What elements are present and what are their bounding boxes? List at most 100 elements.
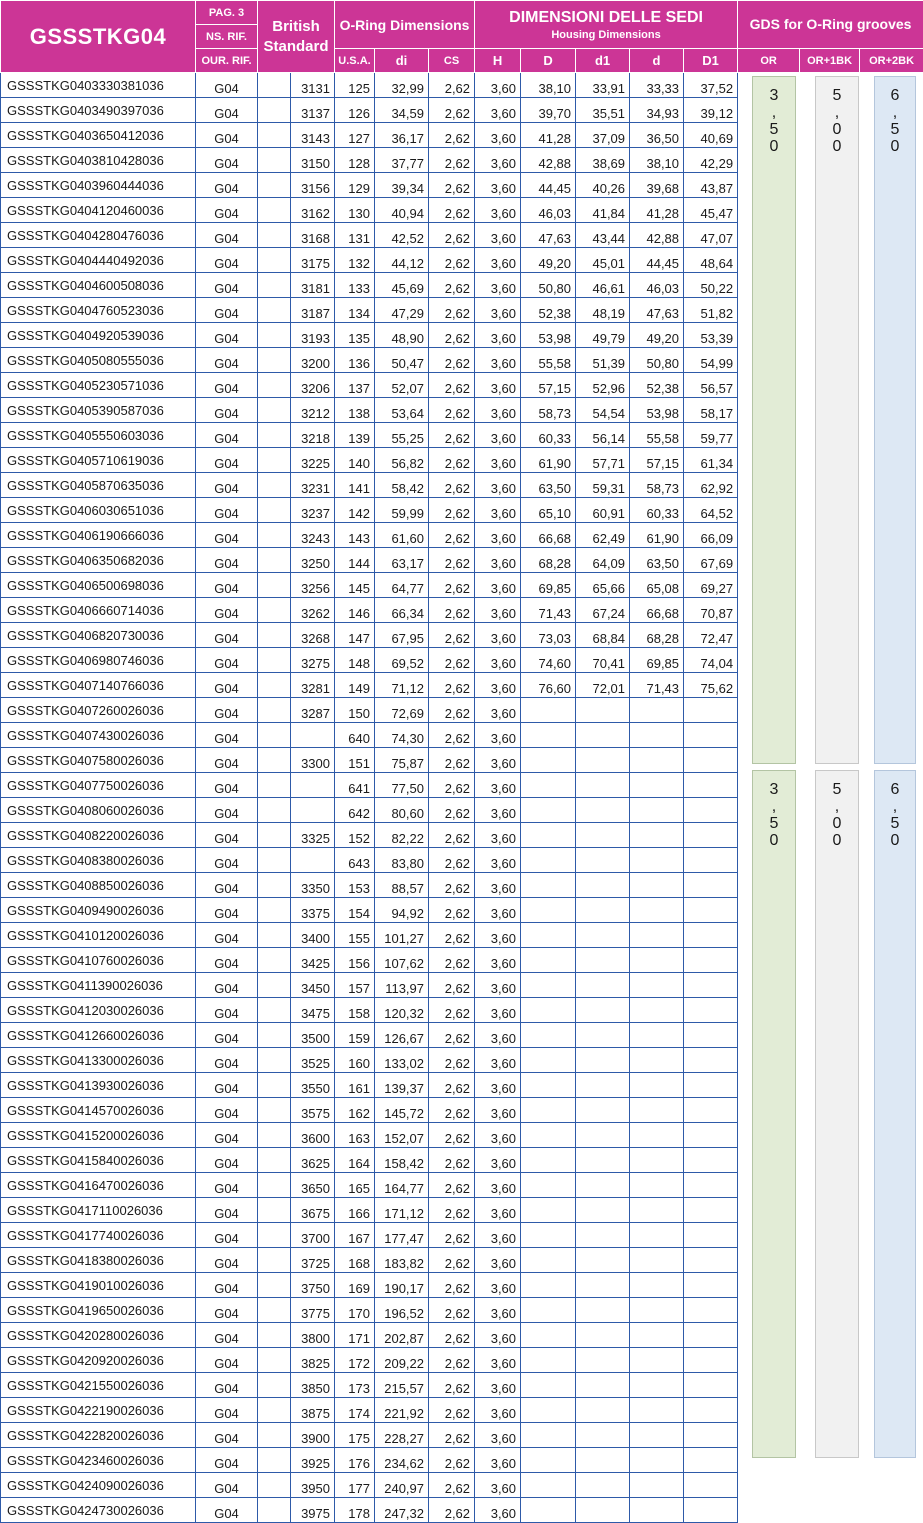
d1-upper-value bbox=[684, 1073, 738, 1098]
h-value: 3,60 bbox=[475, 898, 521, 923]
h-value: 3,60 bbox=[475, 448, 521, 473]
d-lower-value bbox=[630, 1248, 684, 1273]
d-upper-value bbox=[521, 1023, 576, 1048]
h-value: 3,60 bbox=[475, 398, 521, 423]
di-value: 209,22 bbox=[375, 1348, 429, 1373]
di-value: 64,77 bbox=[375, 573, 429, 598]
our-ref: G04 bbox=[196, 748, 258, 773]
british-standard: 3400 bbox=[291, 923, 335, 948]
di-value: 50,47 bbox=[375, 348, 429, 373]
usa-size: 175 bbox=[335, 1423, 375, 1448]
spacer-cell bbox=[258, 1423, 291, 1448]
d1-upper-value bbox=[684, 1273, 738, 1298]
our-ref: G04 bbox=[196, 98, 258, 123]
british-standard bbox=[291, 723, 335, 748]
d-upper-value: 73,03 bbox=[521, 623, 576, 648]
part-code: GSSSTKG0405230571036 bbox=[1, 373, 196, 398]
gds-cell-or1bk bbox=[800, 1473, 860, 1498]
di-value: 39,34 bbox=[375, 173, 429, 198]
d-lower-value: 55,58 bbox=[630, 423, 684, 448]
di-value: 48,90 bbox=[375, 323, 429, 348]
spacer-cell bbox=[258, 198, 291, 223]
our-ref: G04 bbox=[196, 123, 258, 148]
usa-size: 170 bbox=[335, 1298, 375, 1323]
h-value: 3,60 bbox=[475, 1198, 521, 1223]
d1-value: 59,31 bbox=[576, 473, 630, 498]
d-upper-value bbox=[521, 1398, 576, 1423]
h-value: 3,60 bbox=[475, 373, 521, 398]
d-upper-value bbox=[521, 948, 576, 973]
cs-value: 2,62 bbox=[429, 1023, 475, 1048]
british-standard: 3475 bbox=[291, 998, 335, 1023]
di-value: 247,32 bbox=[375, 1498, 429, 1523]
cs-value: 2,62 bbox=[429, 1123, 475, 1148]
part-code: GSSSTKG0406660714036 bbox=[1, 598, 196, 623]
spacer-cell bbox=[258, 823, 291, 848]
d-lower-value: 52,38 bbox=[630, 373, 684, 398]
col-d-upper: D bbox=[521, 49, 576, 73]
d1-value bbox=[576, 823, 630, 848]
our-ref: G04 bbox=[196, 1123, 258, 1148]
part-code: GSSSTKG0419650026036 bbox=[1, 1298, 196, 1323]
part-code: GSSSTKG0419010026036 bbox=[1, 1273, 196, 1298]
h-value: 3,60 bbox=[475, 948, 521, 973]
cs-value: 2,62 bbox=[429, 1423, 475, 1448]
part-code: GSSSTKG0412660026036 bbox=[1, 1023, 196, 1048]
usa-size: 125 bbox=[335, 73, 375, 98]
h-value: 3,60 bbox=[475, 148, 521, 173]
h-value: 3,60 bbox=[475, 1298, 521, 1323]
spacer-cell bbox=[258, 923, 291, 948]
gds-char: 6 bbox=[875, 781, 915, 798]
d1-value: 56,14 bbox=[576, 423, 630, 448]
part-code: GSSSTKG0406820730036 bbox=[1, 623, 196, 648]
d1-value: 70,41 bbox=[576, 648, 630, 673]
part-code: GSSSTKG0408220026036 bbox=[1, 823, 196, 848]
di-value: 42,52 bbox=[375, 223, 429, 248]
d-lower-value bbox=[630, 1448, 684, 1473]
h-value: 3,60 bbox=[475, 623, 521, 648]
usa-size: 144 bbox=[335, 548, 375, 573]
gds-or-bar-top: 3,50 bbox=[752, 76, 796, 764]
d1-value bbox=[576, 1448, 630, 1473]
cs-value: 2,62 bbox=[429, 598, 475, 623]
part-code: GSSSTKG0406350682036 bbox=[1, 548, 196, 573]
british-standard: 3250 bbox=[291, 548, 335, 573]
our-ref: G04 bbox=[196, 1273, 258, 1298]
d-upper-value: 41,28 bbox=[521, 123, 576, 148]
d1-upper-value bbox=[684, 1123, 738, 1148]
d1-value: 41,84 bbox=[576, 198, 630, 223]
d1-upper-value bbox=[684, 748, 738, 773]
cs-value: 2,62 bbox=[429, 248, 475, 273]
d-upper-value: 39,70 bbox=[521, 98, 576, 123]
usa-size: 149 bbox=[335, 673, 375, 698]
cs-value: 2,62 bbox=[429, 848, 475, 873]
usa-size: 154 bbox=[335, 898, 375, 923]
gds-char: 0 bbox=[816, 138, 858, 155]
spacer-cell bbox=[258, 998, 291, 1023]
di-value: 215,57 bbox=[375, 1373, 429, 1398]
british-standard: 3206 bbox=[291, 373, 335, 398]
our-ref: G04 bbox=[196, 1148, 258, 1173]
di-value: 56,82 bbox=[375, 448, 429, 473]
cs-value: 2,62 bbox=[429, 498, 475, 523]
our-ref: G04 bbox=[196, 1298, 258, 1323]
di-value: 202,87 bbox=[375, 1323, 429, 1348]
british-standard: 3181 bbox=[291, 273, 335, 298]
part-code: GSSSTKG0408850026036 bbox=[1, 873, 196, 898]
d-upper-value bbox=[521, 923, 576, 948]
gds-char: 0 bbox=[816, 832, 858, 849]
usa-size: 130 bbox=[335, 198, 375, 223]
di-value: 177,47 bbox=[375, 1223, 429, 1248]
pag-label: PAG. 3 bbox=[196, 1, 258, 25]
spacer-cell bbox=[258, 1048, 291, 1073]
usa-size: 176 bbox=[335, 1448, 375, 1473]
british-standard: 3156 bbox=[291, 173, 335, 198]
british-standard-header: British Standard bbox=[258, 1, 335, 73]
usa-size: 128 bbox=[335, 148, 375, 173]
cs-value: 2,62 bbox=[429, 448, 475, 473]
d1-value: 52,96 bbox=[576, 373, 630, 398]
gds-char: 0 bbox=[875, 832, 915, 849]
our-ref: G04 bbox=[196, 1173, 258, 1198]
d-upper-value: 46,03 bbox=[521, 198, 576, 223]
d-lower-value bbox=[630, 1073, 684, 1098]
